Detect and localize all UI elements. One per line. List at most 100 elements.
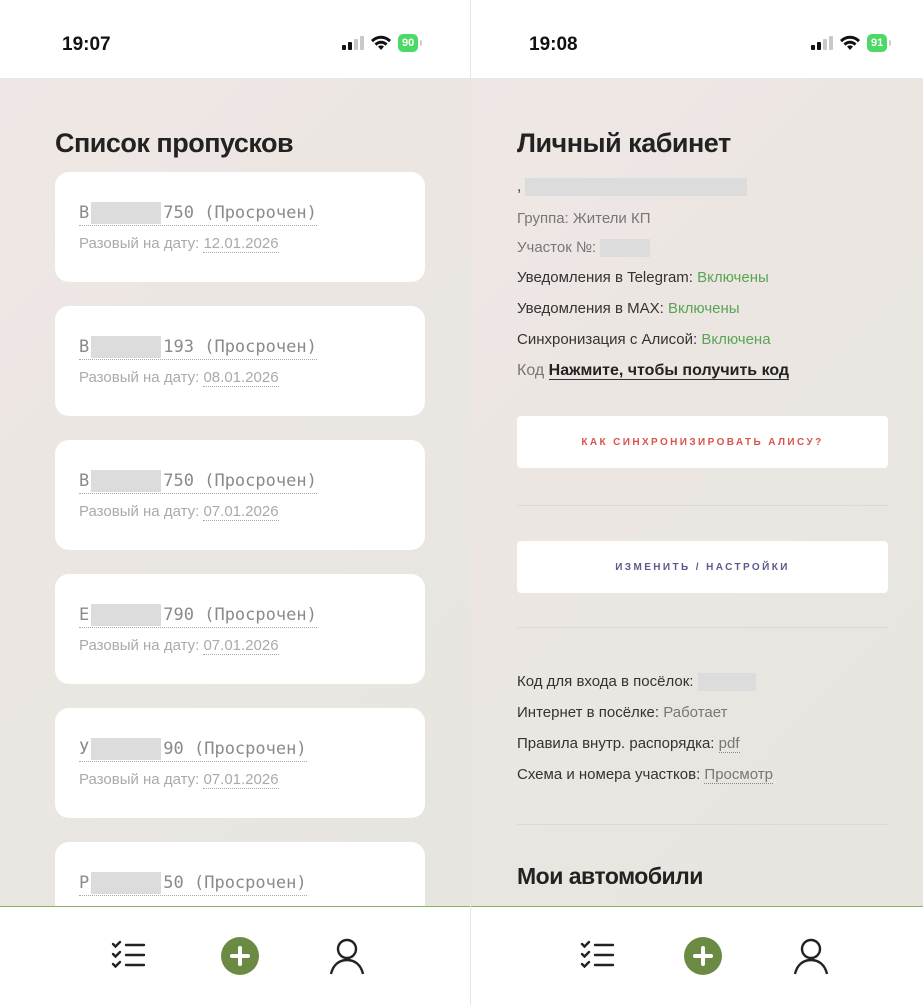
- pass-status: (Просрочен): [204, 605, 317, 625]
- pass-date: 07.01.2026: [203, 503, 279, 521]
- redacted-plate: [91, 470, 162, 492]
- pass-card[interactable]: Р 50 (Просрочен): [55, 842, 425, 907]
- redacted-plate: [91, 872, 162, 894]
- name-prefix: ,: [517, 178, 522, 195]
- pass-date-row: Разовый на дату: 07.01.2026: [79, 637, 279, 655]
- battery-icon: 90: [398, 34, 423, 52]
- redacted-plate: [91, 738, 162, 760]
- pass-card[interactable]: В 750 (Просрочен) Разовый на дату: 12.01.2…: [55, 172, 425, 282]
- scheme-row: Схема и номера участков: Просмотр: [517, 766, 773, 784]
- signal-icon: [811, 36, 833, 50]
- pass-status: (Просрочен): [204, 337, 317, 357]
- entry-code-row: Код для входа в посёлок:: [517, 673, 756, 692]
- plate-start: В: [79, 203, 90, 223]
- divider: [517, 824, 888, 825]
- pass-date: 07.01.2026: [203, 771, 279, 789]
- pass-status: (Просрочен): [204, 471, 317, 491]
- pass-plate: В 193 (Просрочен): [79, 336, 317, 360]
- pass-status: (Просрочен): [193, 739, 307, 759]
- tab-bar: [471, 906, 923, 1005]
- max-value: Включены: [667, 300, 740, 317]
- pass-date-row: Разовый на дату: 12.01.2026: [79, 235, 279, 253]
- pass-plate: Р 50 (Просрочен): [79, 872, 307, 896]
- pass-plate: Е 790 (Просрочен): [79, 604, 317, 628]
- status-bar: 19:07 90: [0, 0, 470, 78]
- plate-end: 790: [163, 605, 194, 625]
- internet-row: Интернет в посёлке: Работает: [517, 704, 727, 721]
- pass-plate: В 750 (Просрочен): [79, 470, 317, 494]
- plot-row: Участок №:: [517, 239, 651, 258]
- passes-screen: 19:07 90 Список пропусков В 750 (Просроче…: [0, 0, 470, 1005]
- checklist-icon[interactable]: [576, 934, 620, 978]
- scheme-view-link[interactable]: Просмотр: [704, 766, 773, 784]
- plate-end: 90: [163, 739, 184, 759]
- telegram-label: Уведомления в Telegram:: [517, 269, 693, 286]
- group-value: Жители КП: [572, 210, 651, 227]
- plate-end: 50: [163, 873, 184, 893]
- status-icons: 91: [811, 34, 892, 52]
- redacted-plate: [91, 604, 162, 626]
- add-circle-icon[interactable]: [684, 937, 722, 975]
- redacted-plate: [91, 202, 162, 224]
- status-icons: 90: [342, 34, 423, 52]
- plate-end: 750: [163, 203, 194, 223]
- group-row: Группа: Жители КП: [517, 210, 650, 227]
- pass-date: 07.01.2026: [203, 637, 279, 655]
- plate-start: Е: [79, 605, 90, 625]
- date-label: Разовый на дату:: [79, 771, 200, 788]
- add-circle-icon[interactable]: [221, 937, 259, 975]
- code-label: Код: [517, 362, 545, 379]
- sync-alice-button[interactable]: КАК СИНХРОНИЗИРОВАТЬ АЛИСУ?: [517, 416, 888, 468]
- redacted-name: [525, 178, 748, 197]
- date-label: Разовый на дату:: [79, 235, 200, 252]
- account-screen: 19:08 91 Личный кабинет , Группа: Жители…: [470, 0, 923, 1005]
- rules-label: Правила внутр. распорядка:: [517, 735, 715, 752]
- pass-card[interactable]: В 193 (Просрочен) Разовый на дату: 08.01.2…: [55, 306, 425, 416]
- signal-icon: [342, 36, 364, 50]
- date-label: Разовый на дату:: [79, 503, 200, 520]
- profile-icon[interactable]: [789, 934, 833, 978]
- settings-button[interactable]: ИЗМЕНИТЬ / НАСТРОЙКИ: [517, 541, 888, 593]
- pass-status: (Просрочен): [204, 203, 317, 223]
- cars-title: Мои автомобили: [517, 863, 703, 889]
- entry-code-label: Код для входа в посёлок:: [517, 673, 694, 690]
- plate-start: В: [79, 471, 90, 491]
- pass-plate: В 750 (Просрочен): [79, 202, 317, 226]
- battery-icon: 91: [867, 34, 892, 52]
- rules-pdf-link[interactable]: pdf: [718, 735, 740, 753]
- status-bar: 19:08 91: [471, 0, 923, 78]
- plate-start: В: [79, 337, 90, 357]
- pass-card[interactable]: У 90 (Просрочен) Разовый на дату: 07.01.20…: [55, 708, 425, 818]
- pass-card[interactable]: Е 790 (Просрочен) Разовый на дату: 07.01.2…: [55, 574, 425, 684]
- tab-bar: [0, 906, 470, 1005]
- plate-end: 193: [163, 337, 194, 357]
- pass-plate: У 90 (Просрочен): [79, 738, 307, 762]
- pass-date: 08.01.2026: [203, 369, 279, 387]
- max-label: Уведомления в MAX:: [517, 300, 664, 317]
- internet-value: Работает: [663, 704, 728, 721]
- account-content: Личный кабинет , Группа: Жители КП Участ…: [471, 78, 923, 907]
- pass-date-row: Разовый на дату: 07.01.2026: [79, 771, 279, 789]
- divider: [517, 505, 888, 506]
- status-time: 19:07: [62, 34, 111, 55]
- status-time: 19:08: [529, 34, 578, 55]
- pass-date-row: Разовый на дату: 07.01.2026: [79, 503, 279, 521]
- redacted-plate: [91, 336, 162, 358]
- alice-row: Синхронизация с Алисой: Включена: [517, 331, 771, 348]
- max-row: Уведомления в MAX: Включены: [517, 300, 740, 317]
- plot-label: Участок №:: [517, 239, 597, 256]
- pass-date: 12.01.2026: [203, 235, 279, 253]
- internet-label: Интернет в посёлке:: [517, 704, 660, 721]
- checklist-icon[interactable]: [107, 934, 151, 978]
- rules-row: Правила внутр. распорядка: pdf: [517, 735, 740, 753]
- pass-card[interactable]: В 750 (Просрочен) Разовый на дату: 07.01.2…: [55, 440, 425, 550]
- page-title: Список пропусков: [55, 128, 294, 158]
- date-label: Разовый на дату:: [79, 637, 200, 654]
- divider: [517, 627, 888, 628]
- plate-start: Р: [79, 873, 90, 893]
- alice-label: Синхронизация с Алисой:: [517, 331, 698, 348]
- profile-icon[interactable]: [325, 934, 369, 978]
- wifi-icon: [371, 35, 391, 50]
- get-code-link[interactable]: Нажмите, чтобы получить код: [548, 362, 790, 380]
- redacted-entry-code: [697, 673, 756, 692]
